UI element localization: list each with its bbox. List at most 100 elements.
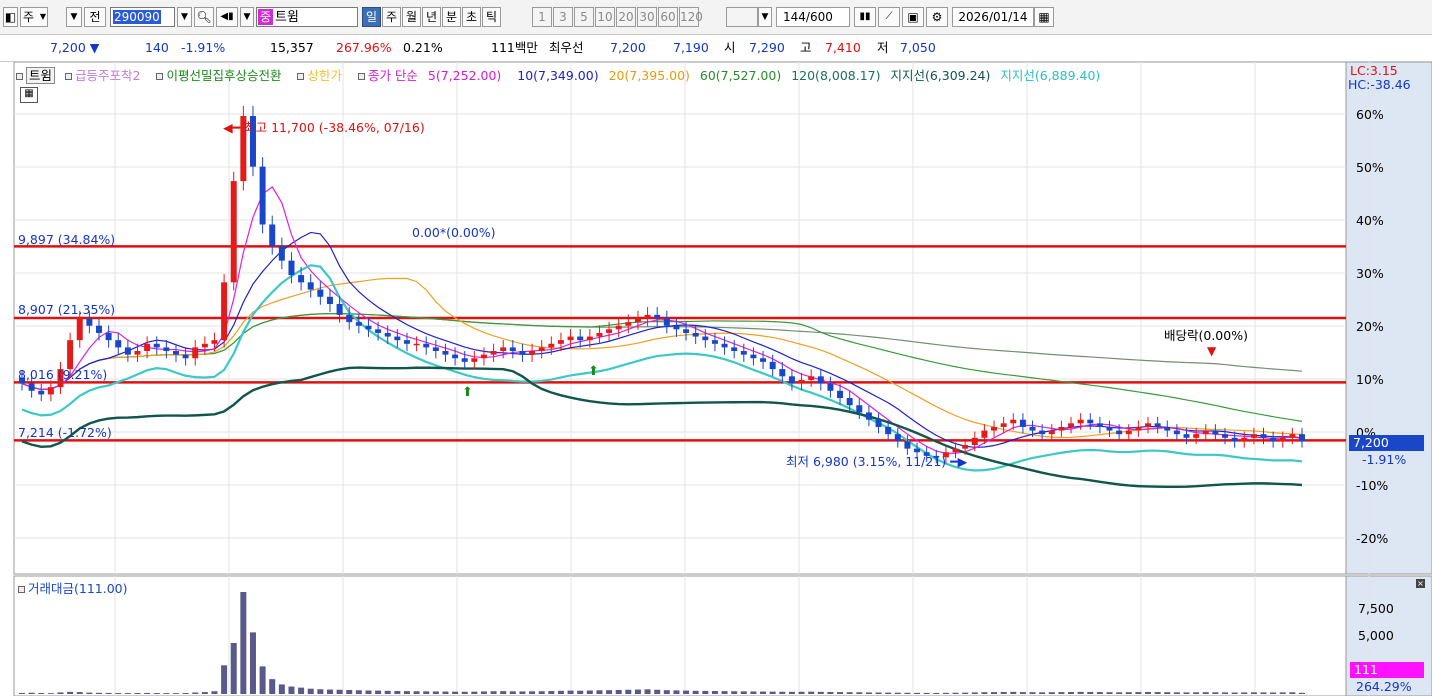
stock-code-input[interactable]: 290090 (110, 7, 175, 27)
stock-name-field[interactable]: 중 트윔 (256, 7, 358, 27)
candle-body (394, 336, 401, 341)
volume-bar (1279, 692, 1286, 694)
legend-ma[interactable]: 종가 단순 5(7,252.00) (357, 68, 507, 83)
square-icon (156, 73, 164, 80)
interval-button-10[interactable]: 10 (595, 7, 615, 27)
compare-icon[interactable]: ▮▮ (854, 7, 876, 27)
speaker-icon[interactable]: ◀▮ (216, 7, 238, 27)
hline-label-4: 7,214 (-1.72%) (18, 425, 112, 440)
date-field[interactable]: 2026/01/14 (952, 7, 1034, 27)
volume-bar (962, 692, 969, 694)
candle-body (490, 351, 497, 355)
legend-indicator-1[interactable]: 급등주포착2 (65, 68, 146, 83)
candle-body (192, 347, 199, 359)
code-dropdown-icon[interactable]: ▼ (177, 7, 192, 27)
window-icon[interactable]: ◧ (3, 7, 18, 27)
prev-button[interactable]: 전 (84, 7, 106, 27)
trend-icon[interactable]: ⟋ (878, 7, 900, 27)
volume-tick-1: 7,500 (1358, 601, 1394, 616)
save-icon[interactable]: ▣ (902, 7, 924, 27)
volume-bar (432, 691, 439, 694)
candle-body (423, 343, 430, 348)
candle-body (692, 332, 699, 337)
period-mode-select[interactable]: 주 ▼ (20, 7, 48, 27)
candle-body (894, 434, 901, 442)
volume-bar (538, 691, 545, 694)
legend-ma120: 120(8,008.17) (791, 68, 881, 83)
volume-bar (971, 692, 978, 694)
volume-bar (846, 692, 853, 694)
period-button-3[interactable]: 년 (422, 7, 441, 27)
bar-count-field[interactable]: 144/600 (776, 7, 850, 27)
quote-row: 7,200 ▼ 140 -1.91% 15,357 267.96% 0.21% … (0, 35, 1432, 93)
period-button-4[interactable]: 분 (442, 7, 461, 27)
period-button-1[interactable]: 주 (382, 7, 401, 27)
interval-button-1[interactable]: 1 (532, 7, 552, 27)
volume-bar (1154, 692, 1161, 694)
volume-bar (740, 691, 747, 694)
volume-bar (471, 691, 478, 694)
volume-bar (221, 665, 228, 694)
volume-bar (413, 691, 420, 694)
volume-bar (760, 691, 767, 694)
candle-body (182, 354, 189, 359)
volume-bar (692, 690, 699, 694)
legend-stock[interactable]: 트윔 (16, 67, 56, 84)
bar-count: 144 (783, 10, 806, 24)
interval-button-20[interactable]: 20 (616, 7, 636, 27)
candle-body (683, 329, 690, 333)
legend-support-2: 지지선(6,889.40) (1000, 68, 1101, 83)
open-price: 7,290 (749, 40, 785, 55)
interval-button-30[interactable]: 30 (637, 7, 657, 27)
chevron-down-icon[interactable]: ▼ (240, 7, 254, 27)
calendar-icon[interactable]: ▦ (1034, 7, 1054, 27)
candle-body (702, 336, 709, 341)
price: 7,200 ▼ (50, 40, 100, 55)
candle-body (442, 351, 449, 355)
volume-bar (788, 691, 795, 694)
interval-button-5[interactable]: 5 (574, 7, 594, 27)
bid-price: 7,190 (673, 40, 709, 55)
gear-icon[interactable]: ⚙ (926, 7, 948, 27)
candle-body (519, 351, 526, 355)
search-icon[interactable]: 🔍︎ (194, 7, 214, 27)
candle-body (403, 340, 410, 344)
volume-bar (1058, 692, 1065, 694)
volume-bar (1193, 692, 1200, 694)
interval-button-120[interactable]: 120 (679, 7, 703, 27)
volume-bar (288, 686, 295, 694)
hline-label-1: 9,897 (34.84%) (18, 232, 116, 247)
period-button-2[interactable]: 월 (402, 7, 421, 27)
custom-interval-field[interactable] (726, 7, 758, 27)
candle-body (606, 329, 613, 333)
candle-body (865, 412, 872, 420)
interval-button-3[interactable]: 3 (553, 7, 573, 27)
candle-body (1270, 437, 1277, 442)
candle-body (278, 246, 285, 261)
interval-button-60[interactable]: 60 (658, 7, 678, 27)
candle-body (1145, 423, 1152, 427)
candle-body (355, 322, 362, 326)
candle-body (1222, 434, 1229, 438)
volume-bar (355, 690, 362, 694)
period-button-6[interactable]: 틱 (482, 7, 501, 27)
candle-body (1068, 423, 1075, 427)
table-icon[interactable]: ▦ (20, 87, 38, 103)
price-chart[interactable]: 60%50%40%30%20%10%0%-10%-20% (0, 62, 1432, 696)
candle-body (298, 275, 305, 283)
volume-bar (625, 689, 632, 694)
candle-body (817, 376, 824, 384)
close-icon[interactable]: × (1416, 579, 1425, 588)
period-button-0[interactable]: 일 (362, 7, 381, 27)
candle-body (808, 376, 815, 380)
legend-indicator-2[interactable]: 이평선밀집후상승전환 (156, 68, 287, 83)
period-button-5[interactable]: 초 (462, 7, 481, 27)
legend-indicator-3[interactable]: 상한가 (297, 68, 348, 83)
legend-ma-label: 종가 단순 (367, 68, 418, 83)
volume-bar (942, 692, 949, 694)
y-tick-label: -10% (1356, 478, 1388, 493)
volume-bar (1000, 691, 1007, 694)
volume-bar (326, 689, 333, 694)
chevron-down-icon[interactable]: ▼ (66, 7, 82, 27)
chevron-down-icon[interactable]: ▼ (758, 7, 772, 27)
